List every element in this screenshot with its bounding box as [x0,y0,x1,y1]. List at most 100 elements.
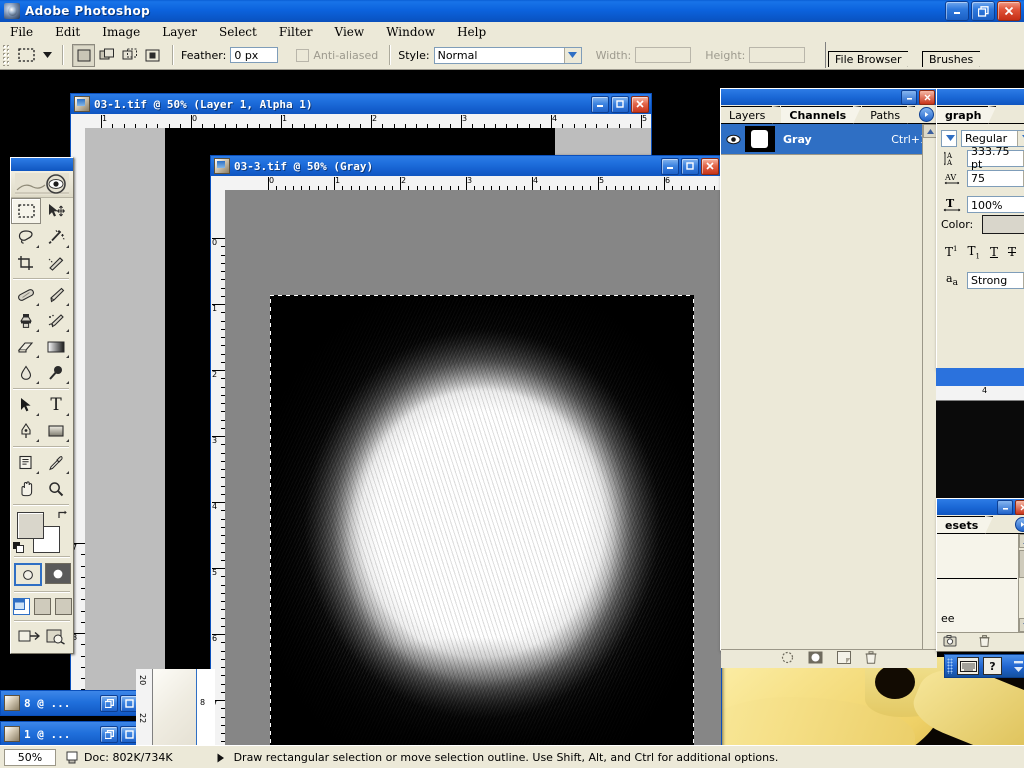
jump-to-imageready-icon[interactable] [18,628,41,648]
antialias-row[interactable]: aa Strong [937,270,1024,290]
superscript-button[interactable]: T1 [945,245,957,259]
minimized-document-1[interactable]: 1 @ ... [0,721,141,745]
underline-button[interactable]: T [990,245,998,259]
slice-tool[interactable] [41,250,71,276]
channels-palette[interactable]: Layers Channels Paths Gray Ctrl+1 [720,88,938,668]
toolbox-tool-grid[interactable]: T [11,198,71,508]
tab-paths[interactable]: Paths [862,106,915,124]
document-maximize-button[interactable] [611,95,629,113]
gradient-tool[interactable] [41,334,71,360]
status-bar[interactable]: 50% Doc: 802K/734K Draw rectangular sele… [0,745,1024,768]
leading-row[interactable]: AA 333.75 pt [937,145,1024,171]
style-dropdown[interactable]: Normal [433,46,582,64]
menu-filter[interactable]: Filter [277,24,315,40]
delete-channel-icon[interactable] [865,651,877,667]
brush-tool[interactable] [41,282,71,308]
healing-brush-tool[interactable] [11,282,41,308]
width-input[interactable] [635,47,692,63]
keyboard-icon[interactable] [957,657,979,675]
close-button[interactable] [997,1,1021,21]
character-palette[interactable]: graph Regular A A 333.75 pt AV 75 T 100%… [936,88,1024,370]
quick-mask-mode-button[interactable] [44,563,71,584]
palette-close-button[interactable] [919,89,935,105]
screen-mode-buttons[interactable] [11,595,73,618]
delete-preset-icon[interactable] [979,634,990,650]
color-row[interactable]: Color: [937,214,1024,234]
tool-presets-list[interactable]: ee [937,534,1024,632]
language-bar[interactable]: ? [944,654,1024,678]
channels-palette-tabs[interactable]: Layers Channels Paths [721,105,937,124]
menu-edit[interactable]: Edit [53,24,82,40]
tool-presets-tabs[interactable]: esets [937,515,1024,534]
type-style-buttons[interactable]: T1 T1 T T [937,242,1024,262]
scroll-down-button[interactable] [1019,618,1024,632]
create-new-channel-icon[interactable] [837,651,851,667]
document-minimize-button[interactable] [591,95,609,113]
pen-tool[interactable] [11,418,41,444]
play-arrow-icon[interactable] [213,753,229,763]
lasso-tool[interactable] [11,224,41,250]
document-maximize-button[interactable] [681,157,699,175]
horizontal-ruler[interactable]: 1 0 1 2 3 4 5 [85,114,651,129]
document-close-button[interactable] [631,95,649,113]
well-tab-brushes[interactable]: Brushes [922,51,989,68]
full-screen-menubar-mode-button[interactable] [33,598,51,615]
swap-colors-icon[interactable] [56,509,69,524]
menu-image[interactable]: Image [100,24,142,40]
leading-dropdown[interactable]: 333.75 pt [967,145,1024,171]
menu-layer[interactable]: Layer [160,24,199,40]
document-titlebar[interactable]: 03-1.tif @ 50% (Layer 1, Alpha 1) [71,94,651,114]
menu-help[interactable]: Help [455,24,488,40]
clone-stamp-tool[interactable] [11,308,41,334]
font-style-prev-dropdown[interactable] [941,129,957,147]
add-to-selection-button[interactable] [95,44,118,67]
restore-button[interactable] [971,1,995,21]
palette-close-button[interactable] [1015,499,1024,515]
channel-row-gray[interactable]: Gray Ctrl+1 [721,124,937,155]
eye-icon[interactable] [721,134,745,145]
tool-presets-footer[interactable] [937,632,1024,651]
tracking-dropdown[interactable]: 75 [967,169,1024,187]
crop-tool[interactable] [11,250,41,276]
channels-palette-footer[interactable] [721,649,937,668]
subtract-from-selection-button[interactable] [118,44,141,67]
language-bar-grip[interactable] [947,658,953,674]
scroll-up-button[interactable] [923,124,937,138]
well-tab-file-browser[interactable]: File Browser [828,51,918,68]
color-swatches[interactable] [11,508,73,554]
tab-layers[interactable]: Layers [721,106,781,124]
tracking-row[interactable]: AV 75 [937,168,1024,188]
document-minimize-button[interactable] [661,157,679,175]
menu-select[interactable]: Select [217,24,259,40]
tool-presets-palette[interactable]: esets ee [936,498,1024,652]
tool-options-bar[interactable]: Feather: 0 px Anti-aliased Style: Normal… [0,41,1024,70]
notes-tool[interactable] [11,450,41,476]
feather-input[interactable]: 0 px [230,47,279,63]
history-brush-tool[interactable] [41,308,71,334]
preset-item-label[interactable]: ee [941,612,955,625]
eraser-tool[interactable] [11,334,41,360]
subscript-button[interactable]: T1 [967,244,979,260]
options-bar-grip[interactable] [2,44,9,66]
new-selection-button[interactable] [72,43,95,67]
vertical-ruler[interactable]: 01234567 [211,190,226,745]
scroll-thumb[interactable] [1019,550,1024,578]
type-tool[interactable]: T [41,392,71,418]
rectangular-marquee-tool[interactable] [11,198,41,224]
chevron-down-icon[interactable] [1017,130,1024,146]
tab-channels[interactable]: Channels [781,106,861,124]
tab-paragraph[interactable]: graph [937,106,997,124]
clipped-document-window-right[interactable]: 4 [936,368,1024,516]
character-palette-tabs[interactable]: graph [937,105,1024,124]
palette-minimize-button[interactable] [997,499,1013,515]
document-close-button[interactable] [701,157,719,175]
restore-button[interactable] [100,694,118,712]
jump-to-other-icon[interactable] [46,628,66,648]
minimize-button[interactable] [945,1,969,21]
rectangle-shape-tool[interactable] [41,418,71,444]
create-new-preset-icon[interactable] [943,634,957,650]
save-selection-as-channel-icon[interactable] [808,651,823,667]
palette-menu-icon[interactable] [919,107,934,122]
default-colors-icon[interactable] [13,542,24,553]
menu-window[interactable]: Window [384,24,437,40]
